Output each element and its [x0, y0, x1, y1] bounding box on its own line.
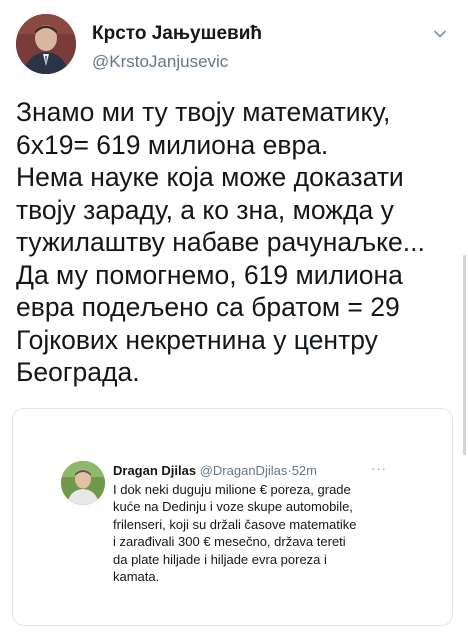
more-icon: ··· — [371, 461, 387, 476]
quoted-tweet-header: Dragan Djilas @DraganDjilas·52m — [113, 463, 317, 479]
quoted-tweet-text: I dok neki duguju milione € poreza, grad… — [113, 482, 357, 585]
author-handle[interactable]: @KrstoJanjusevic — [92, 52, 228, 72]
author-avatar-image — [16, 14, 76, 74]
quoted-author-handle: @DraganDjilas — [199, 463, 288, 478]
quoted-author-avatar — [61, 461, 105, 505]
quoted-tweet-card[interactable]: Dragan Djilas @DraganDjilas·52m ··· I do… — [12, 408, 453, 626]
tweet: Крсто Јањушевић @KrstoJanjusevic Знамо м… — [0, 0, 468, 634]
author-display-name[interactable]: Крсто Јањушевић — [92, 23, 262, 45]
author-avatar[interactable] — [16, 14, 76, 74]
quoted-author-name: Dragan Djilas — [113, 463, 197, 478]
chevron-down-icon[interactable] — [430, 24, 450, 44]
scrollbar[interactable] — [463, 255, 466, 455]
tweet-text: Знамо ми ту твоју математику, 6х19= 619 … — [16, 97, 425, 387]
quoted-timestamp: 52m — [291, 463, 317, 478]
